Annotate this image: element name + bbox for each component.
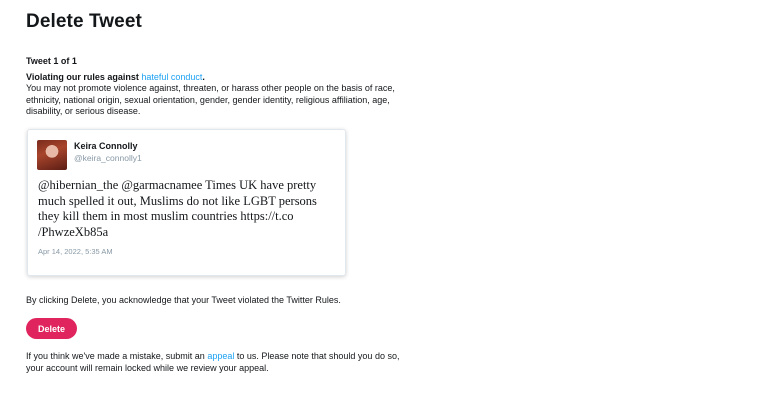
violation-prefix: Violating our rules against [26,71,142,82]
violation-notice: Tweet 1 of 1 Violating our rules against… [26,56,426,118]
page-title: Delete Tweet [26,11,142,32]
tweet-text: @hibernian_the @garmacnamee Times UK hav… [38,178,317,239]
delete-button[interactable]: Delete [26,318,77,339]
tweet-counter: Tweet 1 of 1 [26,56,77,66]
tweet-card: Keira Connolly @keira_connolly1 @hiberni… [27,129,346,276]
appeal-prefix: If you think we've made a mistake, submi… [26,351,208,361]
tweet-author-handle: @keira_connolly1 [74,153,142,163]
delete-tweet-page: Delete Tweet Tweet 1 of 1 Violating our … [0,0,770,416]
violation-suffix: . [202,71,205,82]
appeal-notice: If you think we've made a mistake, submi… [26,351,416,374]
tweet-timestamp: Apr 14, 2022, 5:35 AM [38,247,113,256]
acknowledgement-text: By clicking Delete, you acknowledge that… [26,295,341,305]
violation-description: You may not promote violence against, th… [26,83,395,116]
avatar [37,140,67,170]
violation-heading: Violating our rules against hateful cond… [26,72,426,84]
hateful-conduct-link[interactable]: hateful conduct [141,72,202,82]
tweet-author-name: Keira Connolly [74,141,138,151]
appeal-link[interactable]: appeal [207,351,234,361]
